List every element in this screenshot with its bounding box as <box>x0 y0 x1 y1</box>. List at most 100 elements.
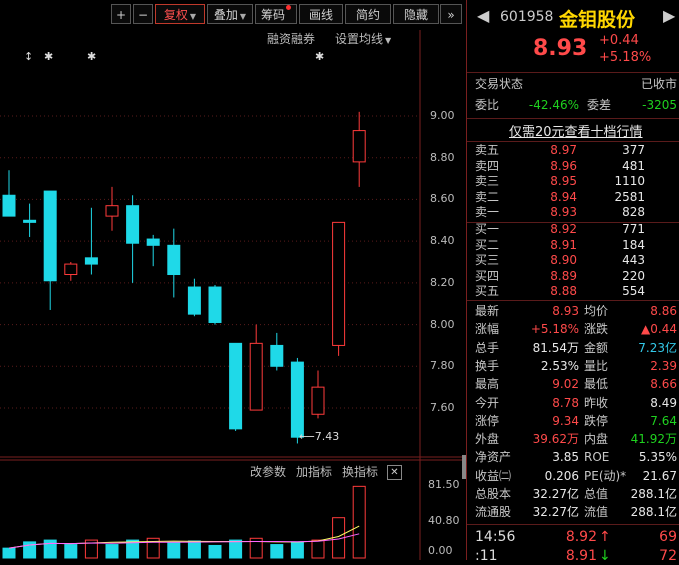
candle[interactable] <box>187 278 201 317</box>
tick-direction-icon: ↓ <box>599 548 611 564</box>
quote-value: 288.1亿 <box>630 487 677 501</box>
quote-value: 2.53% <box>540 358 579 373</box>
quote-value: 8.66 <box>650 377 677 392</box>
candle[interactable] <box>64 262 78 281</box>
candle[interactable] <box>229 342 243 431</box>
quote-row: 最新 8.93 均价 8.86 <box>473 303 679 320</box>
quote-label: 均价 <box>584 304 609 318</box>
candle[interactable] <box>270 332 284 371</box>
quote-label: 总股本 <box>475 487 512 501</box>
arrow-icon: ⟵ <box>299 430 315 443</box>
candle[interactable] <box>146 234 160 267</box>
candle[interactable] <box>332 221 346 356</box>
candle-body <box>229 342 243 430</box>
quote-value: 21.67 <box>642 468 677 483</box>
prev-stock-icon[interactable]: ◀ <box>477 6 489 25</box>
quote-label: 总值 <box>584 487 609 501</box>
divider <box>467 72 679 73</box>
bids-level-row[interactable]: 买五 8.88 554 <box>473 284 679 299</box>
quote-value: 32.27亿 <box>532 487 579 501</box>
asks-level-row[interactable]: 卖三 8.95 1110 <box>473 174 679 189</box>
bids-level-row[interactable]: 买一 8.92 771 <box>473 222 679 237</box>
volume-bar <box>2 547 16 559</box>
candle[interactable] <box>126 195 140 283</box>
quote-row: 收益㈡ 0.206 PE(动)* 21.67 <box>473 468 679 485</box>
bids-level-label: 买五 <box>475 284 500 299</box>
candle[interactable] <box>311 370 325 419</box>
tick-row[interactable]: 14:56 8.92 ↑ 69 <box>473 529 679 546</box>
candle-body <box>2 194 16 217</box>
low-price-annotation: ⟵7.43 <box>299 430 339 443</box>
quote-label: 内盘 <box>584 432 609 447</box>
candle-body <box>146 238 160 246</box>
chart-area: + − 复权 ▼ 叠加 ▼ 筹码 画线 简约 隐藏 » 融资融券 设置均线 ▼ ↕ ✱… <box>0 0 465 560</box>
candle[interactable] <box>352 111 366 187</box>
candle[interactable] <box>2 170 16 217</box>
candle[interactable] <box>23 203 37 237</box>
candle[interactable] <box>84 207 98 275</box>
asks-level-label: 卖五 <box>475 143 500 157</box>
quote-label: 跌停 <box>584 413 609 428</box>
candle[interactable] <box>43 190 57 310</box>
candle[interactable] <box>208 284 222 325</box>
quote-value: 5.35% <box>638 450 677 465</box>
asks-level-row[interactable]: 卖四 8.96 481 <box>473 159 679 174</box>
quote-row: 外盘 39.62万 内盘 41.92万 <box>473 431 679 448</box>
asks-level-price: 8.95 <box>550 174 577 189</box>
order-ratio-row: 委比 -42.46% 委差 -3205 <box>473 97 679 114</box>
volume-bar <box>187 540 201 559</box>
bids-level-row[interactable]: 买三 8.90 443 <box>473 253 679 268</box>
quote-label: 流值 <box>584 505 609 520</box>
bids-level-volume: 554 <box>622 284 645 299</box>
quote-row: 净资产 3.85 ROE 5.35% <box>473 449 679 466</box>
candle-body <box>311 386 325 415</box>
bids-level-price: 8.90 <box>550 253 577 268</box>
divider <box>467 141 679 142</box>
weicha-label: 委差 <box>587 98 612 112</box>
next-stock-icon[interactable]: ▶ <box>663 6 675 25</box>
asks-level-row[interactable]: 卖五 8.97 377 <box>473 143 679 158</box>
bids-level-row[interactable]: 买四 8.89 220 <box>473 269 679 284</box>
add-indicator-link[interactable]: 加指标 <box>296 463 332 480</box>
quote-value: 39.62万 <box>532 432 579 447</box>
quote-value: 9.02 <box>552 377 579 392</box>
asks-level-volume: 481 <box>622 158 645 173</box>
change-params-link[interactable]: 改参数 <box>250 463 286 480</box>
candle-body <box>208 286 222 323</box>
bids-level-price: 8.92 <box>550 222 577 236</box>
level2-quote-link[interactable]: 仅需20元查看十档行情 <box>509 121 643 140</box>
price-change-pct: +5.18% <box>599 50 652 65</box>
candle-body <box>187 286 201 315</box>
candle[interactable] <box>167 228 181 298</box>
bids-level-row[interactable]: 买二 8.91 184 <box>473 238 679 253</box>
bids-level-volume: 771 <box>622 222 645 236</box>
trade-status-value: 已收市 <box>640 77 677 91</box>
asks-level-row[interactable]: 卖二 8.94 2581 <box>473 190 679 205</box>
quote-row: 总股本 32.27亿 总值 288.1亿 <box>473 486 679 503</box>
tick-direction-icon: ↑ <box>599 529 611 545</box>
tick-price: 8.92 <box>565 529 597 545</box>
candle[interactable] <box>105 186 119 231</box>
quote-label: 收益㈡ <box>475 468 512 483</box>
asks-level-price: 8.96 <box>550 158 577 173</box>
quote-value: 288.1亿 <box>630 505 677 520</box>
tick-time: 14:56 <box>475 529 516 545</box>
quote-value: 81.54万 <box>532 340 579 355</box>
current-price: 8.93 <box>533 36 588 61</box>
tick-volume: 72 <box>659 548 677 564</box>
quote-value: 41.92万 <box>630 432 677 447</box>
switch-indicator-link[interactable]: 换指标 <box>342 463 378 480</box>
asks-level-volume: 1110 <box>614 174 645 189</box>
asks-level-label: 卖二 <box>475 189 500 204</box>
candle[interactable] <box>249 324 263 411</box>
asks-level-price: 8.97 <box>550 143 577 157</box>
close-icon[interactable]: ✕ <box>387 465 402 480</box>
candle-body <box>126 205 140 244</box>
asks-level-row[interactable]: 卖一 8.93 828 <box>473 205 679 220</box>
candle-body <box>332 221 346 346</box>
tick-row[interactable]: :11 8.91 ↓ 72 <box>473 548 679 565</box>
divider <box>467 118 679 119</box>
candle-body <box>23 219 37 223</box>
volume-bar <box>43 539 57 559</box>
quote-row: 总手 81.54万 金额 7.23亿 <box>473 340 679 357</box>
